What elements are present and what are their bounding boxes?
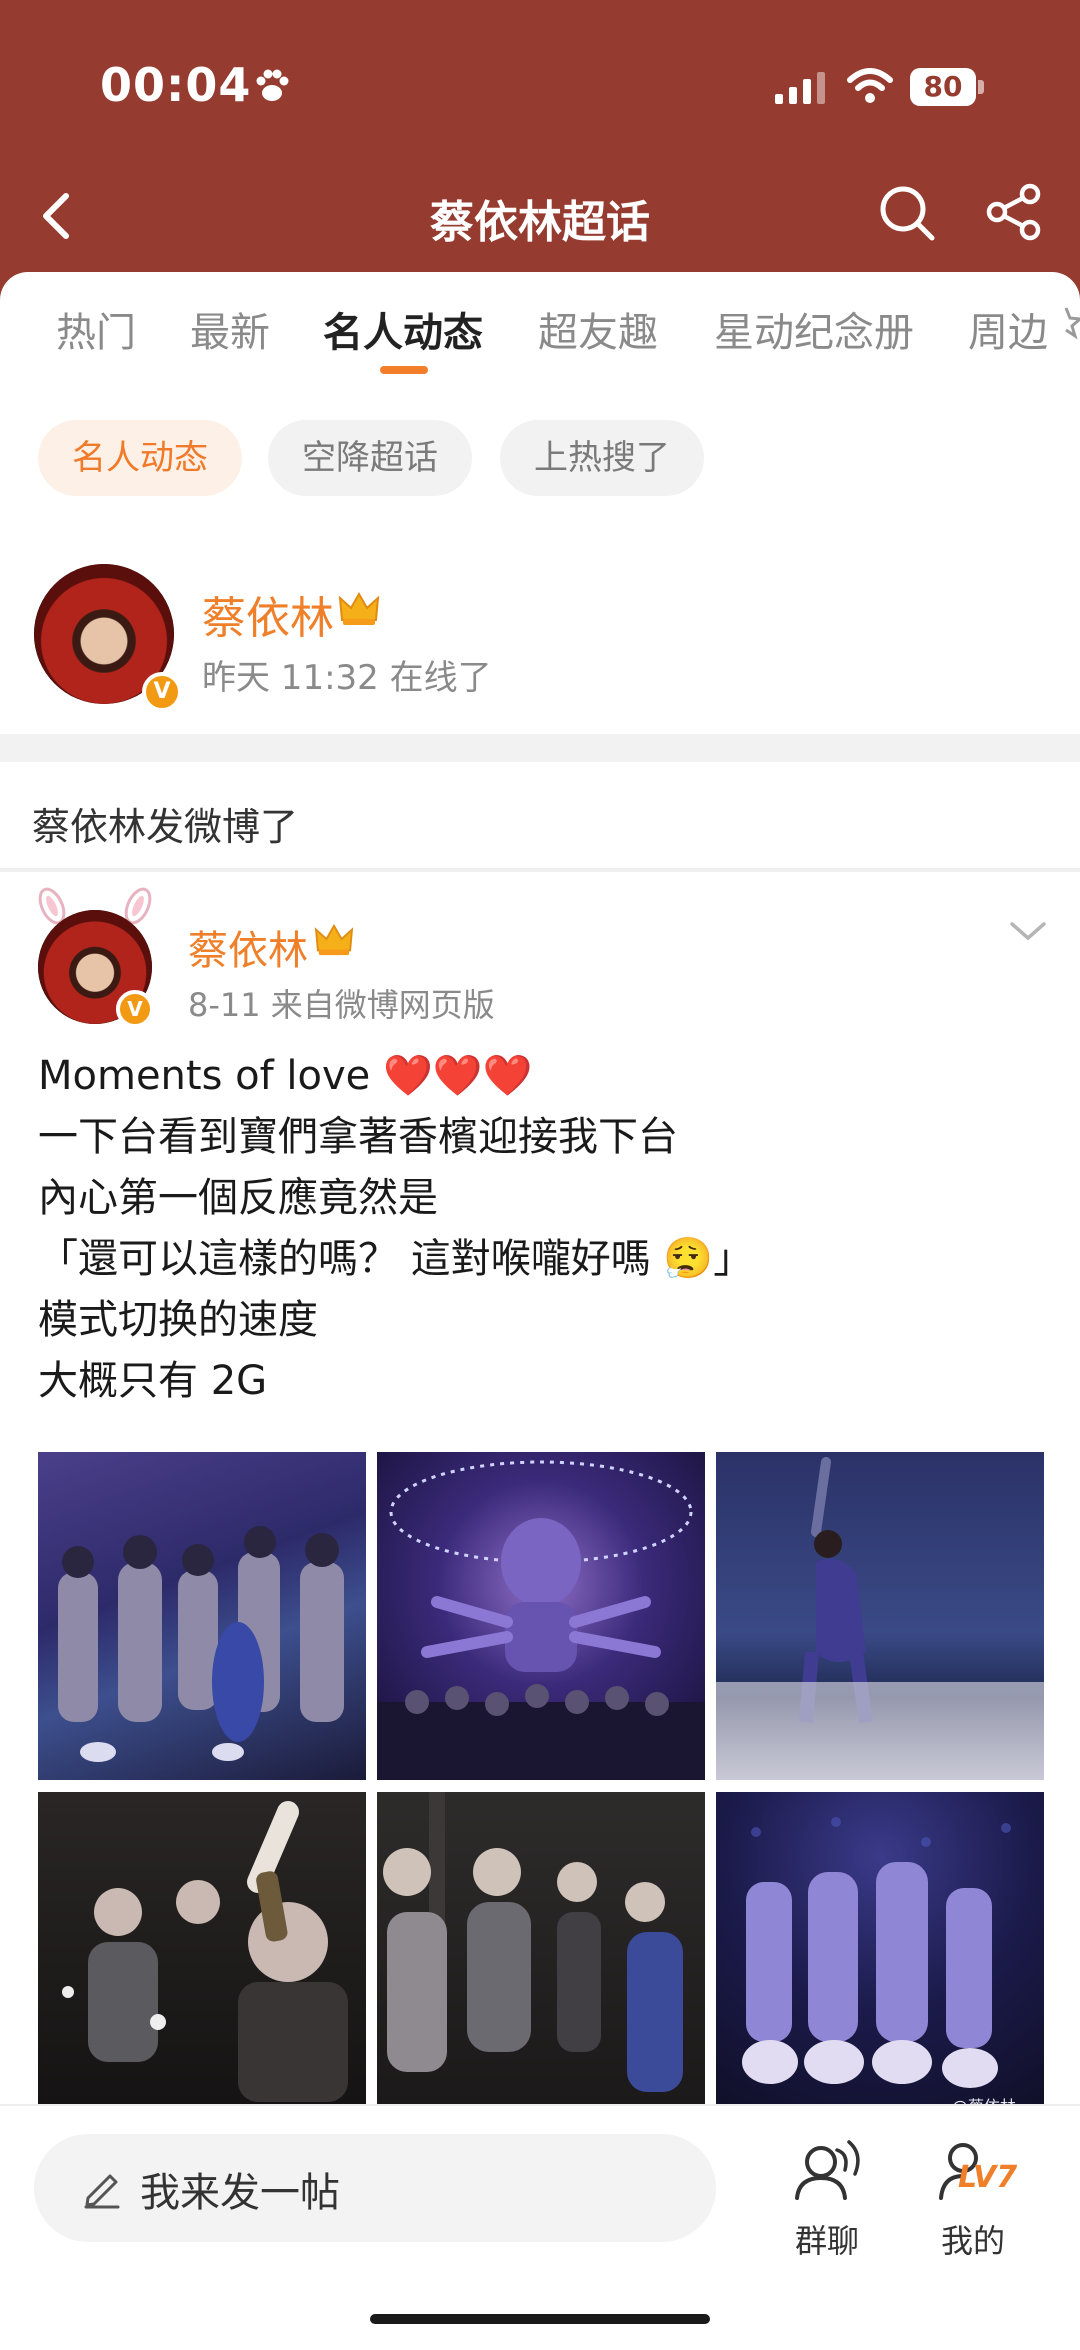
pencil-icon xyxy=(84,2174,120,2209)
compose-input[interactable]: 我来发一帖 xyxy=(34,2134,716,2242)
post-photo-6[interactable]: @蔡依林 xyxy=(716,1792,1044,2120)
post-line-3: 內心第一個反應竟然是 xyxy=(38,1175,438,1221)
section-line xyxy=(0,868,1080,872)
post-body: Moments of love ❤️❤️❤️ 一下台看到寶們拿著香檳迎接我下台 … xyxy=(38,1046,1038,1412)
post-photo-3[interactable] xyxy=(716,1452,1044,1780)
section-divider xyxy=(0,734,1080,762)
tab-celebrity-news[interactable]: 名人动态 xyxy=(323,300,483,358)
section-label: 蔡依林发微博了 xyxy=(32,805,299,849)
post-author-name[interactable]: 蔡依林 xyxy=(188,918,308,976)
post-photo-2[interactable] xyxy=(377,1452,705,1780)
verified-badge: V xyxy=(142,672,182,712)
post-line-2: 一下台看到寶們拿著香檳迎接我下台 xyxy=(38,1114,678,1160)
online-status: 昨天 11:32 在线了 xyxy=(202,658,492,698)
post-line-5: 模式切换的速度 xyxy=(38,1297,318,1343)
tab-more-icon[interactable] xyxy=(1052,304,1080,344)
mine-label: 我的 xyxy=(940,2222,1005,2260)
compose-placeholder: 我来发一帖 xyxy=(140,2170,340,2216)
group-chat-label: 群聊 xyxy=(794,2222,859,2260)
post-verified-badge: V xyxy=(116,990,154,1028)
filter-chip-airdrop[interactable]: 空降超话 xyxy=(268,420,472,496)
header-bar: 00:04 80 蔡依林超话 xyxy=(0,0,1080,300)
share-icon[interactable] xyxy=(984,182,1044,242)
post-photo-1[interactable] xyxy=(38,1452,366,1780)
wifi-icon xyxy=(847,68,893,103)
home-indicator xyxy=(370,2314,710,2324)
cellular-signal-icon xyxy=(775,72,825,104)
paw-icon xyxy=(256,69,289,101)
post-meta: 8-11 来自微博网页版 xyxy=(188,986,495,1024)
post-line-4: 「還可以這樣的嗎？ 這對喉嚨好嗎 😮‍💨」 xyxy=(38,1236,754,1282)
celebrity-name[interactable]: 蔡依林 xyxy=(202,582,334,646)
group-chat-icon xyxy=(795,2140,860,2200)
bottom-bar: 我来发一帖 群聊 LV7 我的 xyxy=(0,2104,1080,2350)
nav-bar: 蔡依林超话 xyxy=(0,170,1080,270)
post-photo-4[interactable] xyxy=(38,1792,366,2120)
post-crown-icon xyxy=(314,923,354,956)
tab-hot[interactable]: 热门 xyxy=(56,300,136,358)
active-tab-indicator xyxy=(380,366,428,374)
tab-fan-fun[interactable]: 超友趣 xyxy=(538,300,658,358)
tab-latest[interactable]: 最新 xyxy=(190,300,270,358)
mine-button[interactable]: LV7 我的 xyxy=(918,2132,1028,2272)
tab-bar: 热门 最新 名人动态 超友趣 星动纪念册 周边 xyxy=(0,272,1080,380)
level-badge: LV7 xyxy=(958,2160,1018,2195)
post-photo-5[interactable] xyxy=(377,1792,705,2120)
battery-indicator: 80 xyxy=(910,68,986,106)
filter-chip-trending[interactable]: 上热搜了 xyxy=(500,420,704,496)
post-line-1: Moments of love ❤️❤️❤️ xyxy=(38,1053,533,1099)
post-options-chevron-icon[interactable] xyxy=(1006,916,1050,946)
tab-star-album[interactable]: 星动纪念册 xyxy=(714,300,914,358)
status-time: 00:04 xyxy=(100,58,252,112)
crown-icon xyxy=(338,591,380,625)
group-chat-button[interactable]: 群聊 xyxy=(772,2132,882,2272)
search-icon[interactable] xyxy=(876,182,938,244)
battery-level: 80 xyxy=(910,68,976,106)
status-bar: 00:04 80 xyxy=(0,0,1080,170)
tab-merch[interactable]: 周边 xyxy=(968,300,1048,358)
post-line-6: 大概只有 2G xyxy=(38,1358,268,1404)
filter-chip-celebrity-news[interactable]: 名人动态 xyxy=(38,420,242,496)
